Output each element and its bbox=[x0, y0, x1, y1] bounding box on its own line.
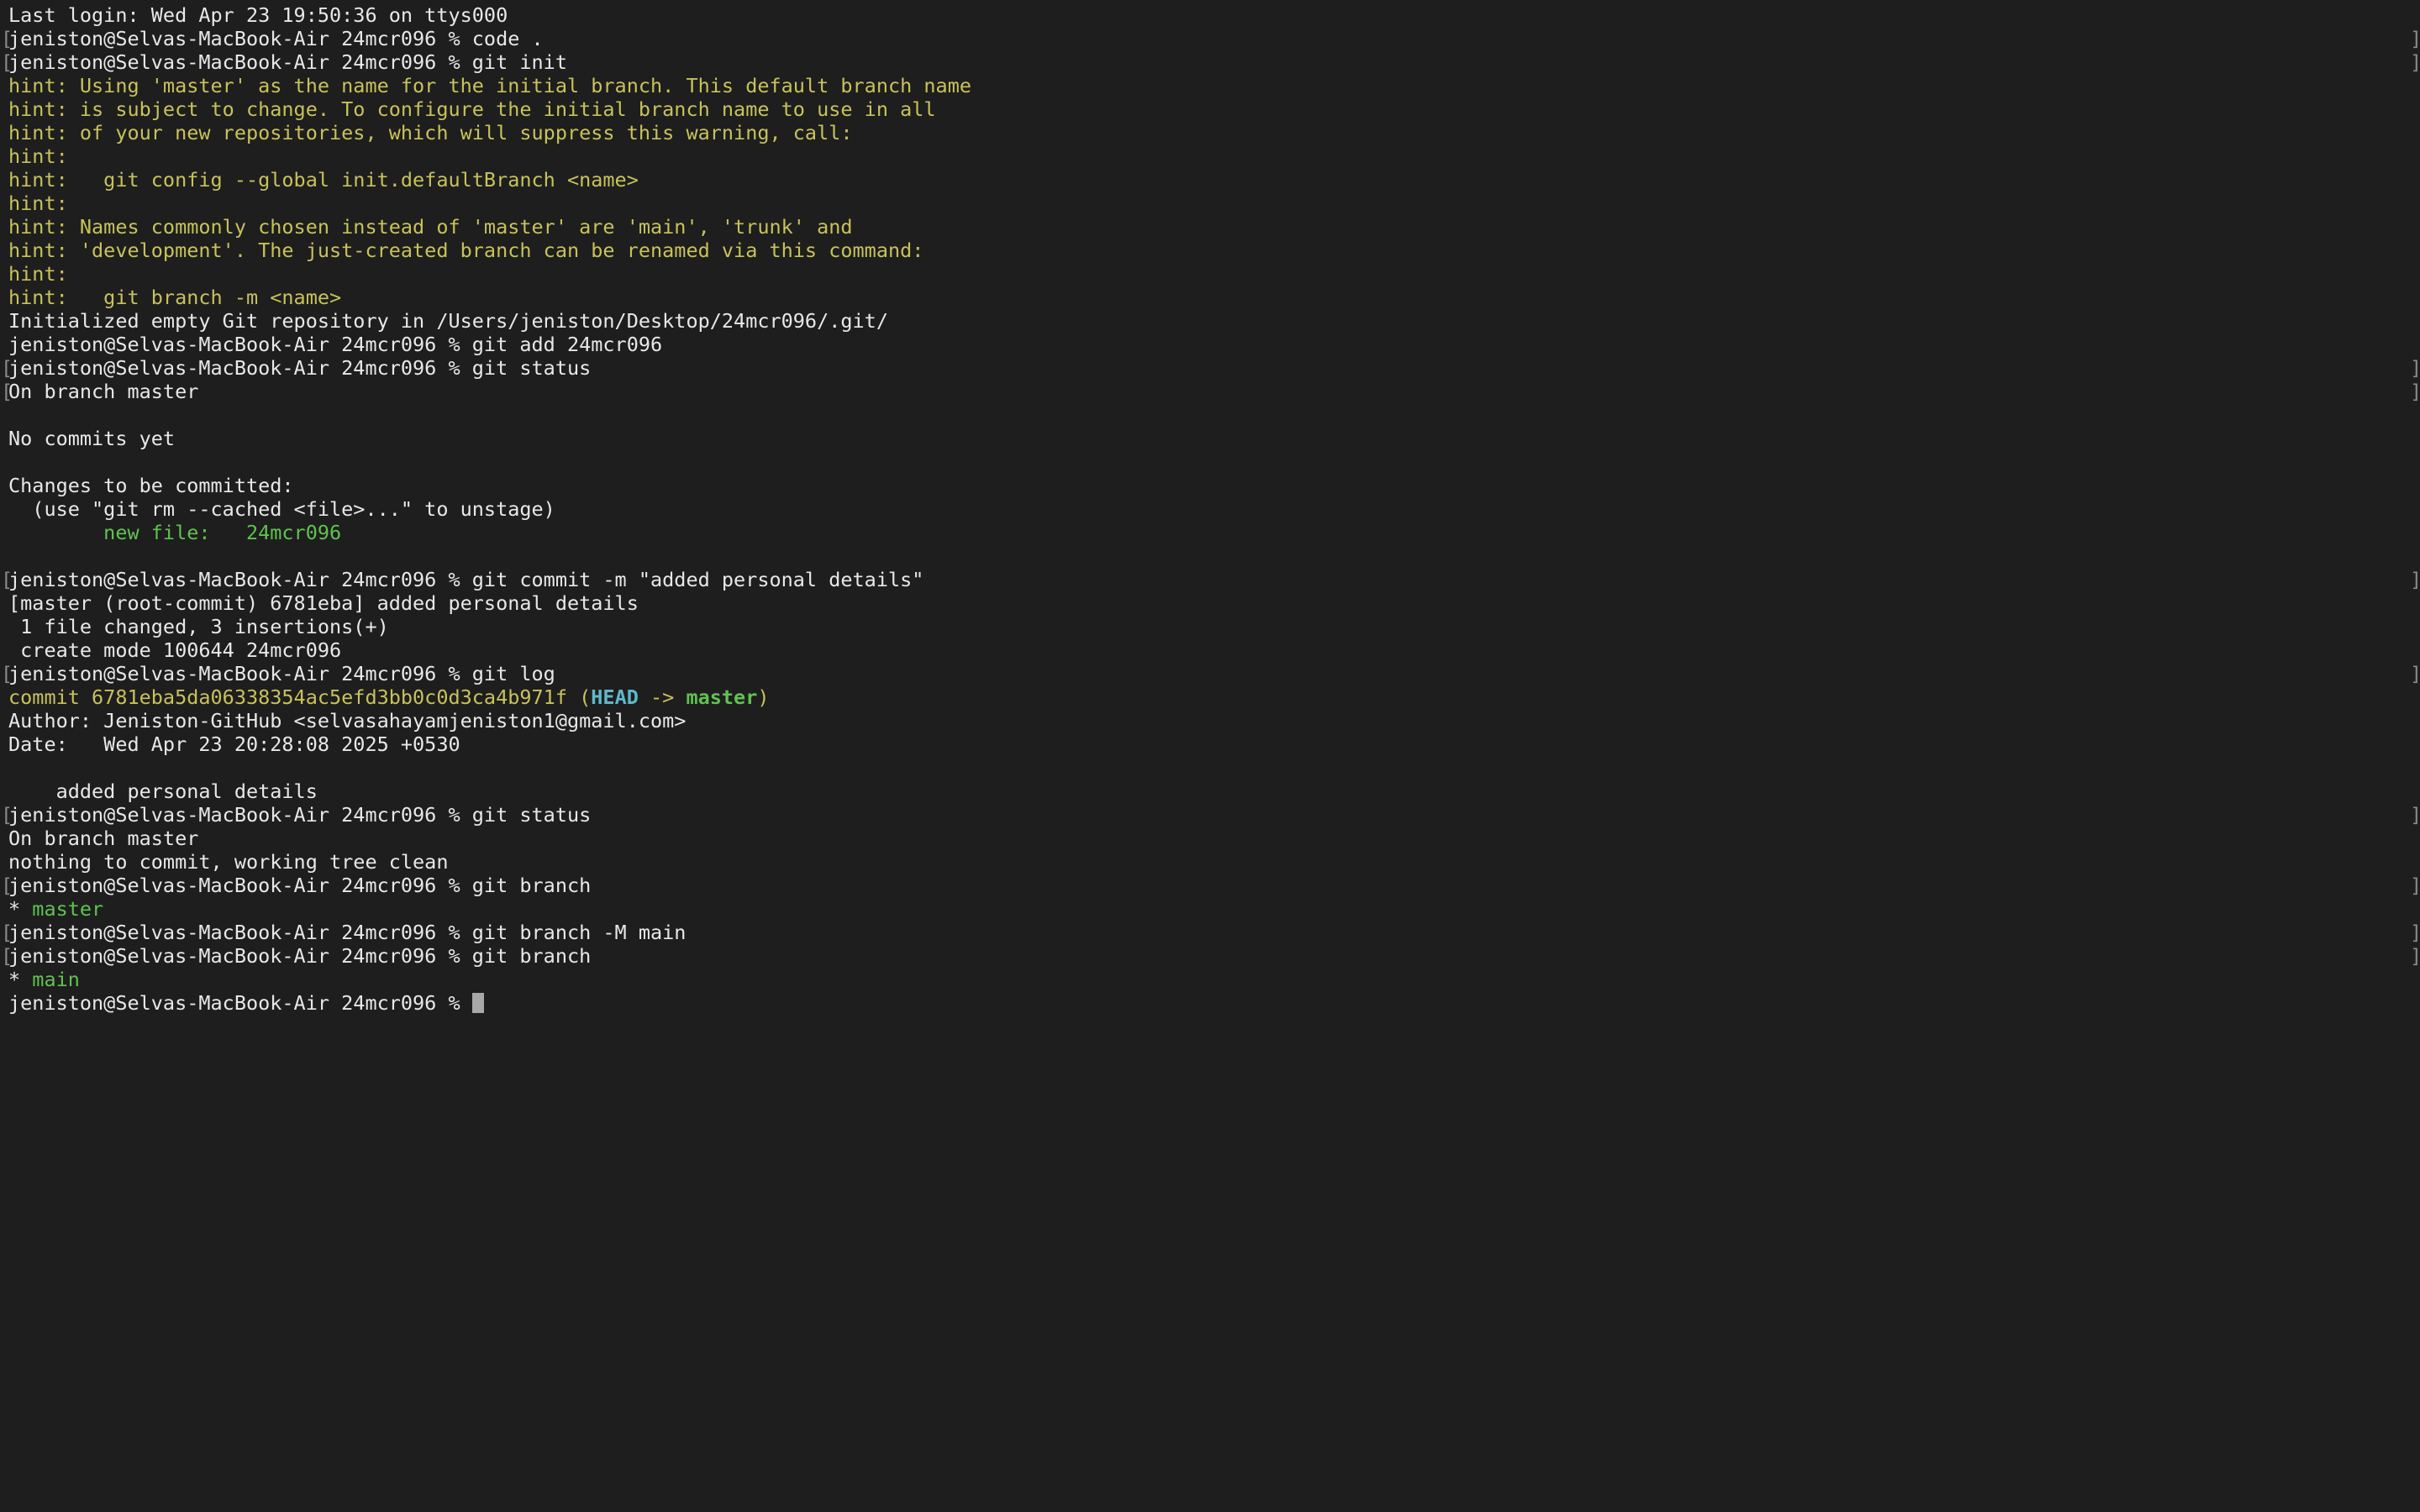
line-text-segment: Author: Jeniston-GitHub <selvasahayamjen… bbox=[8, 709, 687, 732]
line-text-segment: 1 file changed, 3 insertions(+) bbox=[8, 615, 389, 638]
line-text-segment: jeniston@Selvas-MacBook-Air 24mcr096 % g… bbox=[8, 568, 924, 591]
terminal-line: hint: Using 'master' as the name for the… bbox=[8, 74, 2420, 97]
line-text-segment: jeniston@Selvas-MacBook-Air 24mcr096 % g… bbox=[8, 50, 567, 74]
line-text-segment: HEAD bbox=[591, 685, 639, 709]
line-text-segment: added personal details bbox=[8, 780, 318, 803]
line-text-segment: jeniston@Selvas-MacBook-Air 24mcr096 % g… bbox=[8, 356, 592, 380]
active-prompt-line[interactable]: jeniston@Selvas-MacBook-Air 24mcr096 % bbox=[8, 991, 2420, 1015]
line-text-segment: jeniston@Selvas-MacBook-Air 24mcr096 % g… bbox=[8, 803, 592, 827]
terminal-line: create mode 100644 24mcr096 bbox=[8, 638, 2420, 662]
line-text-segment: -> bbox=[638, 685, 687, 709]
terminal-line: hint: bbox=[8, 192, 2420, 215]
line-text-segment: commit 6781eba5da06338354ac5efd3bb0c0d3c… bbox=[8, 685, 580, 709]
line-text-segment: hint: 'development'. The just-created br… bbox=[8, 239, 924, 262]
terminal-line: jeniston@Selvas-MacBook-Air 24mcr096 % g… bbox=[1, 803, 2420, 827]
terminal-line: On branch master bbox=[1, 380, 2420, 403]
block-cursor-icon bbox=[471, 993, 484, 1013]
line-text-segment: jeniston@Selvas-MacBook-Air 24mcr096 % c… bbox=[8, 27, 544, 50]
line-text-segment: * bbox=[8, 897, 33, 921]
line-text-segment: (use "git rm --cached <file>..." to unst… bbox=[8, 497, 555, 521]
line-text-segment: hint: bbox=[8, 262, 68, 286]
terminal-line: * main bbox=[8, 968, 2420, 991]
terminal-line: Changes to be committed: bbox=[8, 474, 2420, 497]
line-text-segment: No commits yet bbox=[8, 427, 176, 450]
terminal-line: Author: Jeniston-GitHub <selvasahayamjen… bbox=[8, 709, 2420, 732]
line-text-segment: Last login: Wed Apr 23 19:50:36 on ttys0… bbox=[8, 3, 508, 27]
line-text-segment: On branch master bbox=[8, 827, 199, 850]
terminal-line: (use "git rm --cached <file>..." to unst… bbox=[8, 497, 2420, 521]
terminal-line: Initialized empty Git repository in /Use… bbox=[8, 309, 2420, 333]
line-text-segment: Initialized empty Git repository in /Use… bbox=[8, 309, 888, 333]
terminal-window[interactable]: Last login: Wed Apr 23 19:50:36 on ttys0… bbox=[0, 0, 2420, 1512]
terminal-line: hint: Names commonly chosen instead of '… bbox=[8, 215, 2420, 239]
line-text-segment: create mode 100644 24mcr096 bbox=[8, 638, 342, 662]
terminal-line: nothing to commit, working tree clean bbox=[8, 850, 2420, 874]
line-text-segment: hint: bbox=[8, 192, 68, 215]
prompt-text: jeniston@Selvas-MacBook-Air 24mcr096 % bbox=[8, 991, 472, 1015]
line-text-segment: master bbox=[32, 897, 104, 921]
line-text-segment: hint: git branch -m <name> bbox=[8, 286, 342, 309]
line-text-segment: hint: git config --global init.defaultBr… bbox=[8, 168, 639, 192]
terminal-output: Last login: Wed Apr 23 19:50:36 on ttys0… bbox=[1, 3, 2420, 991]
line-text-segment: hint: is subject to change. To configure… bbox=[8, 97, 936, 121]
terminal-line: jeniston@Selvas-MacBook-Air 24mcr096 % g… bbox=[1, 50, 2420, 74]
terminal-line: commit 6781eba5da06338354ac5efd3bb0c0d3c… bbox=[8, 685, 2420, 709]
line-text-segment: nothing to commit, working tree clean bbox=[8, 850, 449, 874]
line-text-segment: Date: Wed Apr 23 20:28:08 2025 +0530 bbox=[8, 732, 460, 756]
line-text-segment: hint: bbox=[8, 144, 68, 168]
terminal-line: hint: of your new repositories, which wi… bbox=[8, 121, 2420, 144]
line-text-segment: new file: 24mcr096 bbox=[8, 521, 342, 544]
terminal-line: jeniston@Selvas-MacBook-Air 24mcr096 % g… bbox=[8, 333, 2420, 356]
line-text-segment: jeniston@Selvas-MacBook-Air 24mcr096 % g… bbox=[8, 944, 592, 968]
terminal-line: No commits yet bbox=[8, 427, 2420, 450]
terminal-line: 1 file changed, 3 insertions(+) bbox=[8, 615, 2420, 638]
line-text-segment: jeniston@Selvas-MacBook-Air 24mcr096 % g… bbox=[8, 662, 555, 685]
terminal-line: jeniston@Selvas-MacBook-Air 24mcr096 % g… bbox=[1, 568, 2420, 591]
terminal-line: jeniston@Selvas-MacBook-Air 24mcr096 % g… bbox=[1, 944, 2420, 968]
terminal-line: Last login: Wed Apr 23 19:50:36 on ttys0… bbox=[8, 3, 2420, 27]
line-text-segment: hint: of your new repositories, which wi… bbox=[8, 121, 853, 144]
terminal-line: jeniston@Selvas-MacBook-Air 24mcr096 % g… bbox=[1, 874, 2420, 897]
terminal-line: jeniston@Selvas-MacBook-Air 24mcr096 % c… bbox=[1, 27, 2420, 50]
terminal-line: jeniston@Selvas-MacBook-Air 24mcr096 % g… bbox=[1, 356, 2420, 380]
line-text-segment: * bbox=[8, 968, 33, 991]
terminal-line: jeniston@Selvas-MacBook-Air 24mcr096 % g… bbox=[1, 921, 2420, 944]
line-text-segment: hint: Using 'master' as the name for the… bbox=[8, 74, 972, 97]
line-text-segment: ) bbox=[757, 685, 770, 709]
terminal-line: hint: 'development'. The just-created br… bbox=[8, 239, 2420, 262]
line-text-segment: master bbox=[686, 685, 758, 709]
line-text-segment: main bbox=[32, 968, 80, 991]
line-text-segment: On branch master bbox=[8, 380, 199, 403]
line-text-segment: Changes to be committed: bbox=[8, 474, 294, 497]
terminal-line: new file: 24mcr096 bbox=[8, 521, 2420, 544]
terminal-line: added personal details bbox=[8, 780, 2420, 803]
line-text-segment: jeniston@Selvas-MacBook-Air 24mcr096 % g… bbox=[8, 333, 663, 356]
line-text-segment: jeniston@Selvas-MacBook-Air 24mcr096 % g… bbox=[8, 921, 687, 944]
line-text-segment: jeniston@Selvas-MacBook-Air 24mcr096 % g… bbox=[8, 874, 592, 897]
terminal-line: * master bbox=[8, 897, 2420, 921]
terminal-line: Date: Wed Apr 23 20:28:08 2025 +0530 bbox=[8, 732, 2420, 756]
line-text-segment: [master (root-commit) 6781eba] added per… bbox=[8, 591, 639, 615]
terminal-line: On branch master bbox=[8, 827, 2420, 850]
terminal-line: hint: git config --global init.defaultBr… bbox=[8, 168, 2420, 192]
line-text-segment: hint: Names commonly chosen instead of '… bbox=[8, 215, 853, 239]
terminal-line: [master (root-commit) 6781eba] added per… bbox=[8, 591, 2420, 615]
line-text-segment: ( bbox=[579, 685, 592, 709]
terminal-line: jeniston@Selvas-MacBook-Air 24mcr096 % g… bbox=[1, 662, 2420, 685]
terminal-line: hint: bbox=[8, 144, 2420, 168]
terminal-line: hint: bbox=[8, 262, 2420, 286]
terminal-line: hint: is subject to change. To configure… bbox=[8, 97, 2420, 121]
terminal-line: hint: git branch -m <name> bbox=[8, 286, 2420, 309]
